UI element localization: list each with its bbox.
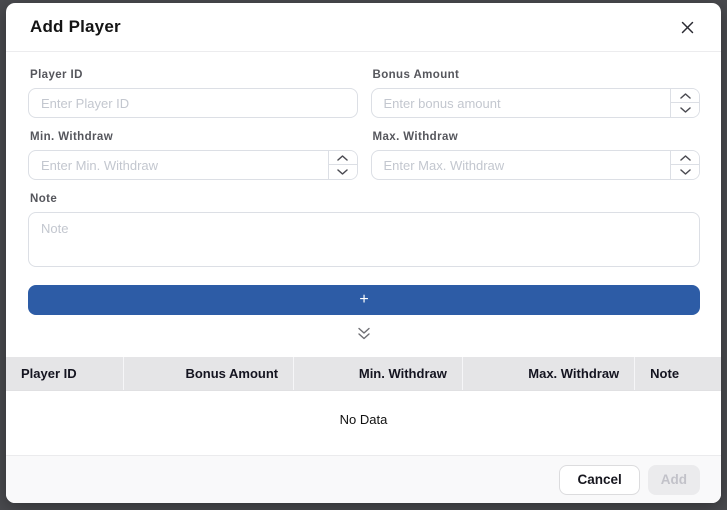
chevron-up-icon <box>337 155 348 161</box>
add-player-modal: Add Player Player ID <box>6 3 721 503</box>
note-textarea[interactable] <box>29 213 699 266</box>
column-header-min-withdraw: Min. Withdraw <box>294 357 463 390</box>
bonus-amount-spinner-down-button[interactable] <box>671 103 699 117</box>
min-withdraw-field: Min. Withdraw <box>28 131 358 180</box>
collapse-form-button[interactable] <box>351 325 377 342</box>
add-button[interactable]: Add <box>648 465 700 495</box>
chevron-up-icon <box>680 93 691 99</box>
min-withdraw-spinner-down-button[interactable] <box>329 165 357 179</box>
chevron-down-icon <box>680 107 691 113</box>
max-withdraw-spinner-up-button[interactable] <box>671 151 699 165</box>
note-field: Note <box>28 193 700 267</box>
modal-footer: Cancel Add <box>6 455 721 503</box>
close-button[interactable] <box>675 15 699 39</box>
min-withdraw-label: Min. Withdraw <box>30 131 358 143</box>
max-withdraw-spinner <box>670 151 699 179</box>
add-row-button[interactable]: + <box>28 285 700 315</box>
table-empty-state: No Data <box>6 391 721 437</box>
player-id-label: Player ID <box>30 69 358 81</box>
modal-backdrop: Add Player Player ID <box>0 0 727 510</box>
min-withdraw-input[interactable] <box>29 151 328 179</box>
bonus-amount-spinner-up-button[interactable] <box>671 89 699 103</box>
players-table-header: Player ID Bonus Amount Min. Withdraw Max… <box>6 357 721 391</box>
bonus-amount-spinner <box>670 89 699 117</box>
player-id-input[interactable] <box>29 89 357 117</box>
player-id-field: Player ID <box>28 69 358 118</box>
max-withdraw-field: Max. Withdraw <box>371 131 701 180</box>
min-withdraw-spinner <box>328 151 357 179</box>
max-withdraw-label: Max. Withdraw <box>373 131 701 143</box>
column-header-player-id: Player ID <box>6 357 124 390</box>
chevron-down-icon <box>680 169 691 175</box>
min-withdraw-spinner-up-button[interactable] <box>329 151 357 165</box>
bonus-amount-input[interactable] <box>372 89 671 117</box>
modal-header: Add Player <box>6 3 721 52</box>
close-icon <box>681 21 694 34</box>
max-withdraw-spinner-down-button[interactable] <box>671 165 699 179</box>
add-player-form: Player ID Bonus Amount <box>6 52 721 351</box>
column-header-note: Note <box>635 357 721 390</box>
bonus-amount-field: Bonus Amount <box>371 69 701 118</box>
players-table: Player ID Bonus Amount Min. Withdraw Max… <box>6 357 721 437</box>
modal-title: Add Player <box>30 17 121 37</box>
column-header-bonus-amount: Bonus Amount <box>124 357 294 390</box>
column-header-max-withdraw: Max. Withdraw <box>463 357 635 390</box>
chevron-double-down-icon <box>357 327 371 340</box>
note-label: Note <box>30 193 700 205</box>
max-withdraw-input[interactable] <box>372 151 671 179</box>
chevron-up-icon <box>680 155 691 161</box>
cancel-button[interactable]: Cancel <box>559 465 639 495</box>
bonus-amount-label: Bonus Amount <box>373 69 701 81</box>
chevron-down-icon <box>337 169 348 175</box>
